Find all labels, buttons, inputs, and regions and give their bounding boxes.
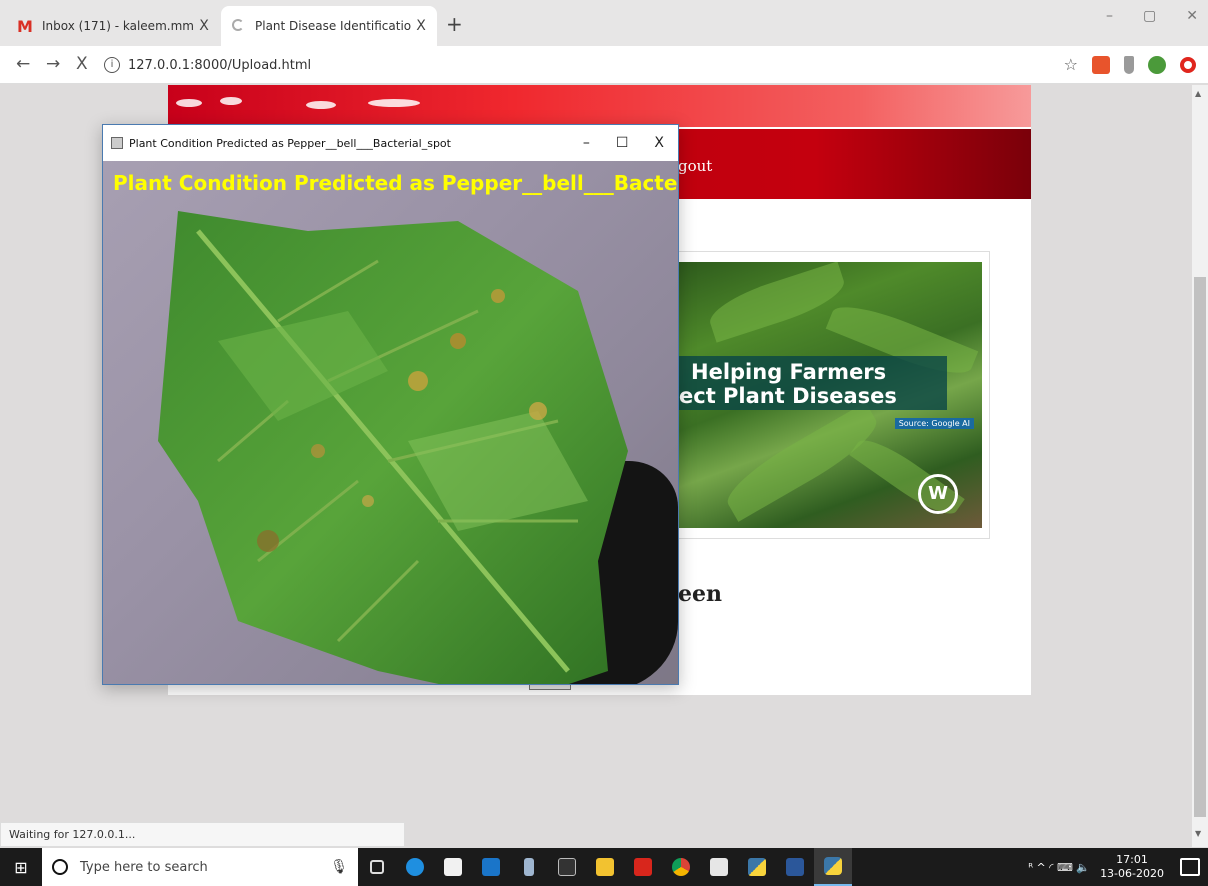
prediction-window-controls: – ☐ X [583, 135, 664, 151]
system-tray: ᴿ ^ ◜ ⌨ 🔈 17:01 13-06-2020 [1028, 853, 1208, 881]
close-button[interactable]: X [654, 135, 664, 151]
close-window-button[interactable]: ✕ [1186, 8, 1198, 24]
restore-button[interactable]: ▢ [1143, 8, 1156, 24]
action-center-icon[interactable] [1180, 858, 1200, 876]
shield-icon[interactable] [1124, 55, 1134, 74]
page-scrollbar[interactable]: ▲ ▼ [1192, 85, 1208, 847]
minimize-button[interactable]: – [583, 135, 590, 151]
taskbar-search-box[interactable]: Type here to search 🎙 [42, 848, 358, 886]
maximize-button[interactable]: ☐ [616, 135, 629, 151]
windows-start-button[interactable]: ⊞ [0, 848, 42, 886]
hero-image: Helping Farmers ect Plant Diseases Sourc… [677, 262, 982, 528]
leaf-image-canvas: Plant Condition Predicted as Pepper__bel… [103, 161, 678, 684]
windows-taskbar: ⊞ Type here to search 🎙 ᴿ ^ ◜ ⌨ 🔈 17:01 … [0, 848, 1208, 886]
hero-headline-line2: ect Plant Diseases [679, 384, 897, 408]
acrobat-reader-icon[interactable] [624, 848, 662, 886]
url-text: 127.0.0.1:8000/Upload.html [128, 57, 312, 73]
tab-title: Plant Disease Identification [255, 19, 411, 33]
task-view-icon[interactable] [358, 848, 396, 886]
new-tab-button[interactable]: + [446, 12, 463, 36]
prediction-window-titlebar[interactable]: Plant Condition Predicted as Pepper__bel… [103, 125, 678, 161]
tab-title: Inbox (171) - kaleem.mmd@gma [42, 19, 194, 33]
python-idle-icon[interactable] [738, 848, 776, 886]
hero-logo: W [918, 474, 958, 514]
tab-gmail-inbox[interactable]: M Inbox (171) - kaleem.mmd@gma X [8, 6, 220, 46]
prediction-window: Plant Condition Predicted as Pepper__bel… [102, 124, 679, 685]
browser-window-controls: – ▢ ✕ [1106, 8, 1198, 24]
taskbar-clock[interactable]: 17:01 13-06-2020 [1100, 853, 1164, 881]
tray-icons[interactable]: ᴿ ^ ◜ ⌨ 🔈 [1028, 861, 1090, 874]
store-icon[interactable] [434, 848, 472, 886]
hero-source-label: Source: Google AI [894, 418, 974, 429]
browser-tab-bar: M Inbox (171) - kaleem.mmd@gma X Plant D… [0, 0, 1208, 46]
microphone-icon[interactable]: 🎙 [330, 859, 348, 875]
site-header-banner [168, 85, 1031, 127]
file-explorer-icon[interactable] [586, 848, 624, 886]
notepad-plus-icon[interactable] [700, 848, 738, 886]
back-button[interactable]: ← [16, 54, 30, 74]
scrollbar-thumb[interactable] [1194, 277, 1206, 817]
edge-browser-icon[interactable] [396, 848, 434, 886]
window-app-icon [111, 137, 123, 149]
scroll-down-arrow-icon[interactable]: ▼ [1195, 829, 1201, 838]
pen-app-icon[interactable] [510, 848, 548, 886]
adblock-off-icon[interactable] [1092, 55, 1110, 74]
word-icon[interactable] [776, 848, 814, 886]
hero-headline-line1: Helping Farmers [691, 360, 887, 384]
extension-icons: ☆ [1064, 55, 1196, 74]
site-info-icon[interactable]: i [104, 57, 120, 73]
clock-date: 13-06-2020 [1100, 867, 1164, 880]
clock-time: 17:01 [1116, 853, 1148, 866]
opera-icon[interactable] [1180, 56, 1196, 73]
gmail-icon: M [17, 16, 33, 36]
section-heading: een [678, 581, 722, 607]
pepper-leaf-image [158, 211, 628, 684]
address-bar-row: ← → X i 127.0.0.1:8000/Upload.html ☆ [0, 46, 1208, 84]
url-field[interactable]: i 127.0.0.1:8000/Upload.html [104, 53, 1044, 77]
bookmark-star-icon[interactable]: ☆ [1064, 55, 1078, 74]
hero-image-frame: Helping Farmers ect Plant Diseases Sourc… [668, 251, 990, 539]
stop-button[interactable]: X [76, 54, 88, 74]
python-app-icon[interactable] [814, 848, 852, 886]
forward-button[interactable]: → [46, 54, 60, 74]
mail-icon[interactable] [472, 848, 510, 886]
minimize-button[interactable]: – [1106, 8, 1113, 24]
tab-close-button[interactable]: X [411, 18, 431, 34]
globe-extension-icon[interactable] [1148, 55, 1166, 74]
prediction-window-title: Plant Condition Predicted as Pepper__bel… [129, 136, 451, 150]
status-bar: Waiting for 127.0.0.1... [0, 822, 405, 847]
cortana-icon [52, 859, 68, 875]
loading-spinner-icon [229, 18, 247, 34]
chrome-icon[interactable] [662, 848, 700, 886]
taskbar-search-placeholder: Type here to search [80, 859, 208, 875]
logout-link[interactable]: gout [678, 157, 712, 175]
prediction-overlay-text: Plant Condition Predicted as Pepper__bel… [113, 171, 678, 195]
tab-close-button[interactable]: X [194, 18, 214, 34]
tab-plant-disease[interactable]: Plant Disease Identification X [221, 6, 437, 46]
command-prompt-icon[interactable] [548, 848, 586, 886]
scroll-up-arrow-icon[interactable]: ▲ [1195, 89, 1201, 98]
